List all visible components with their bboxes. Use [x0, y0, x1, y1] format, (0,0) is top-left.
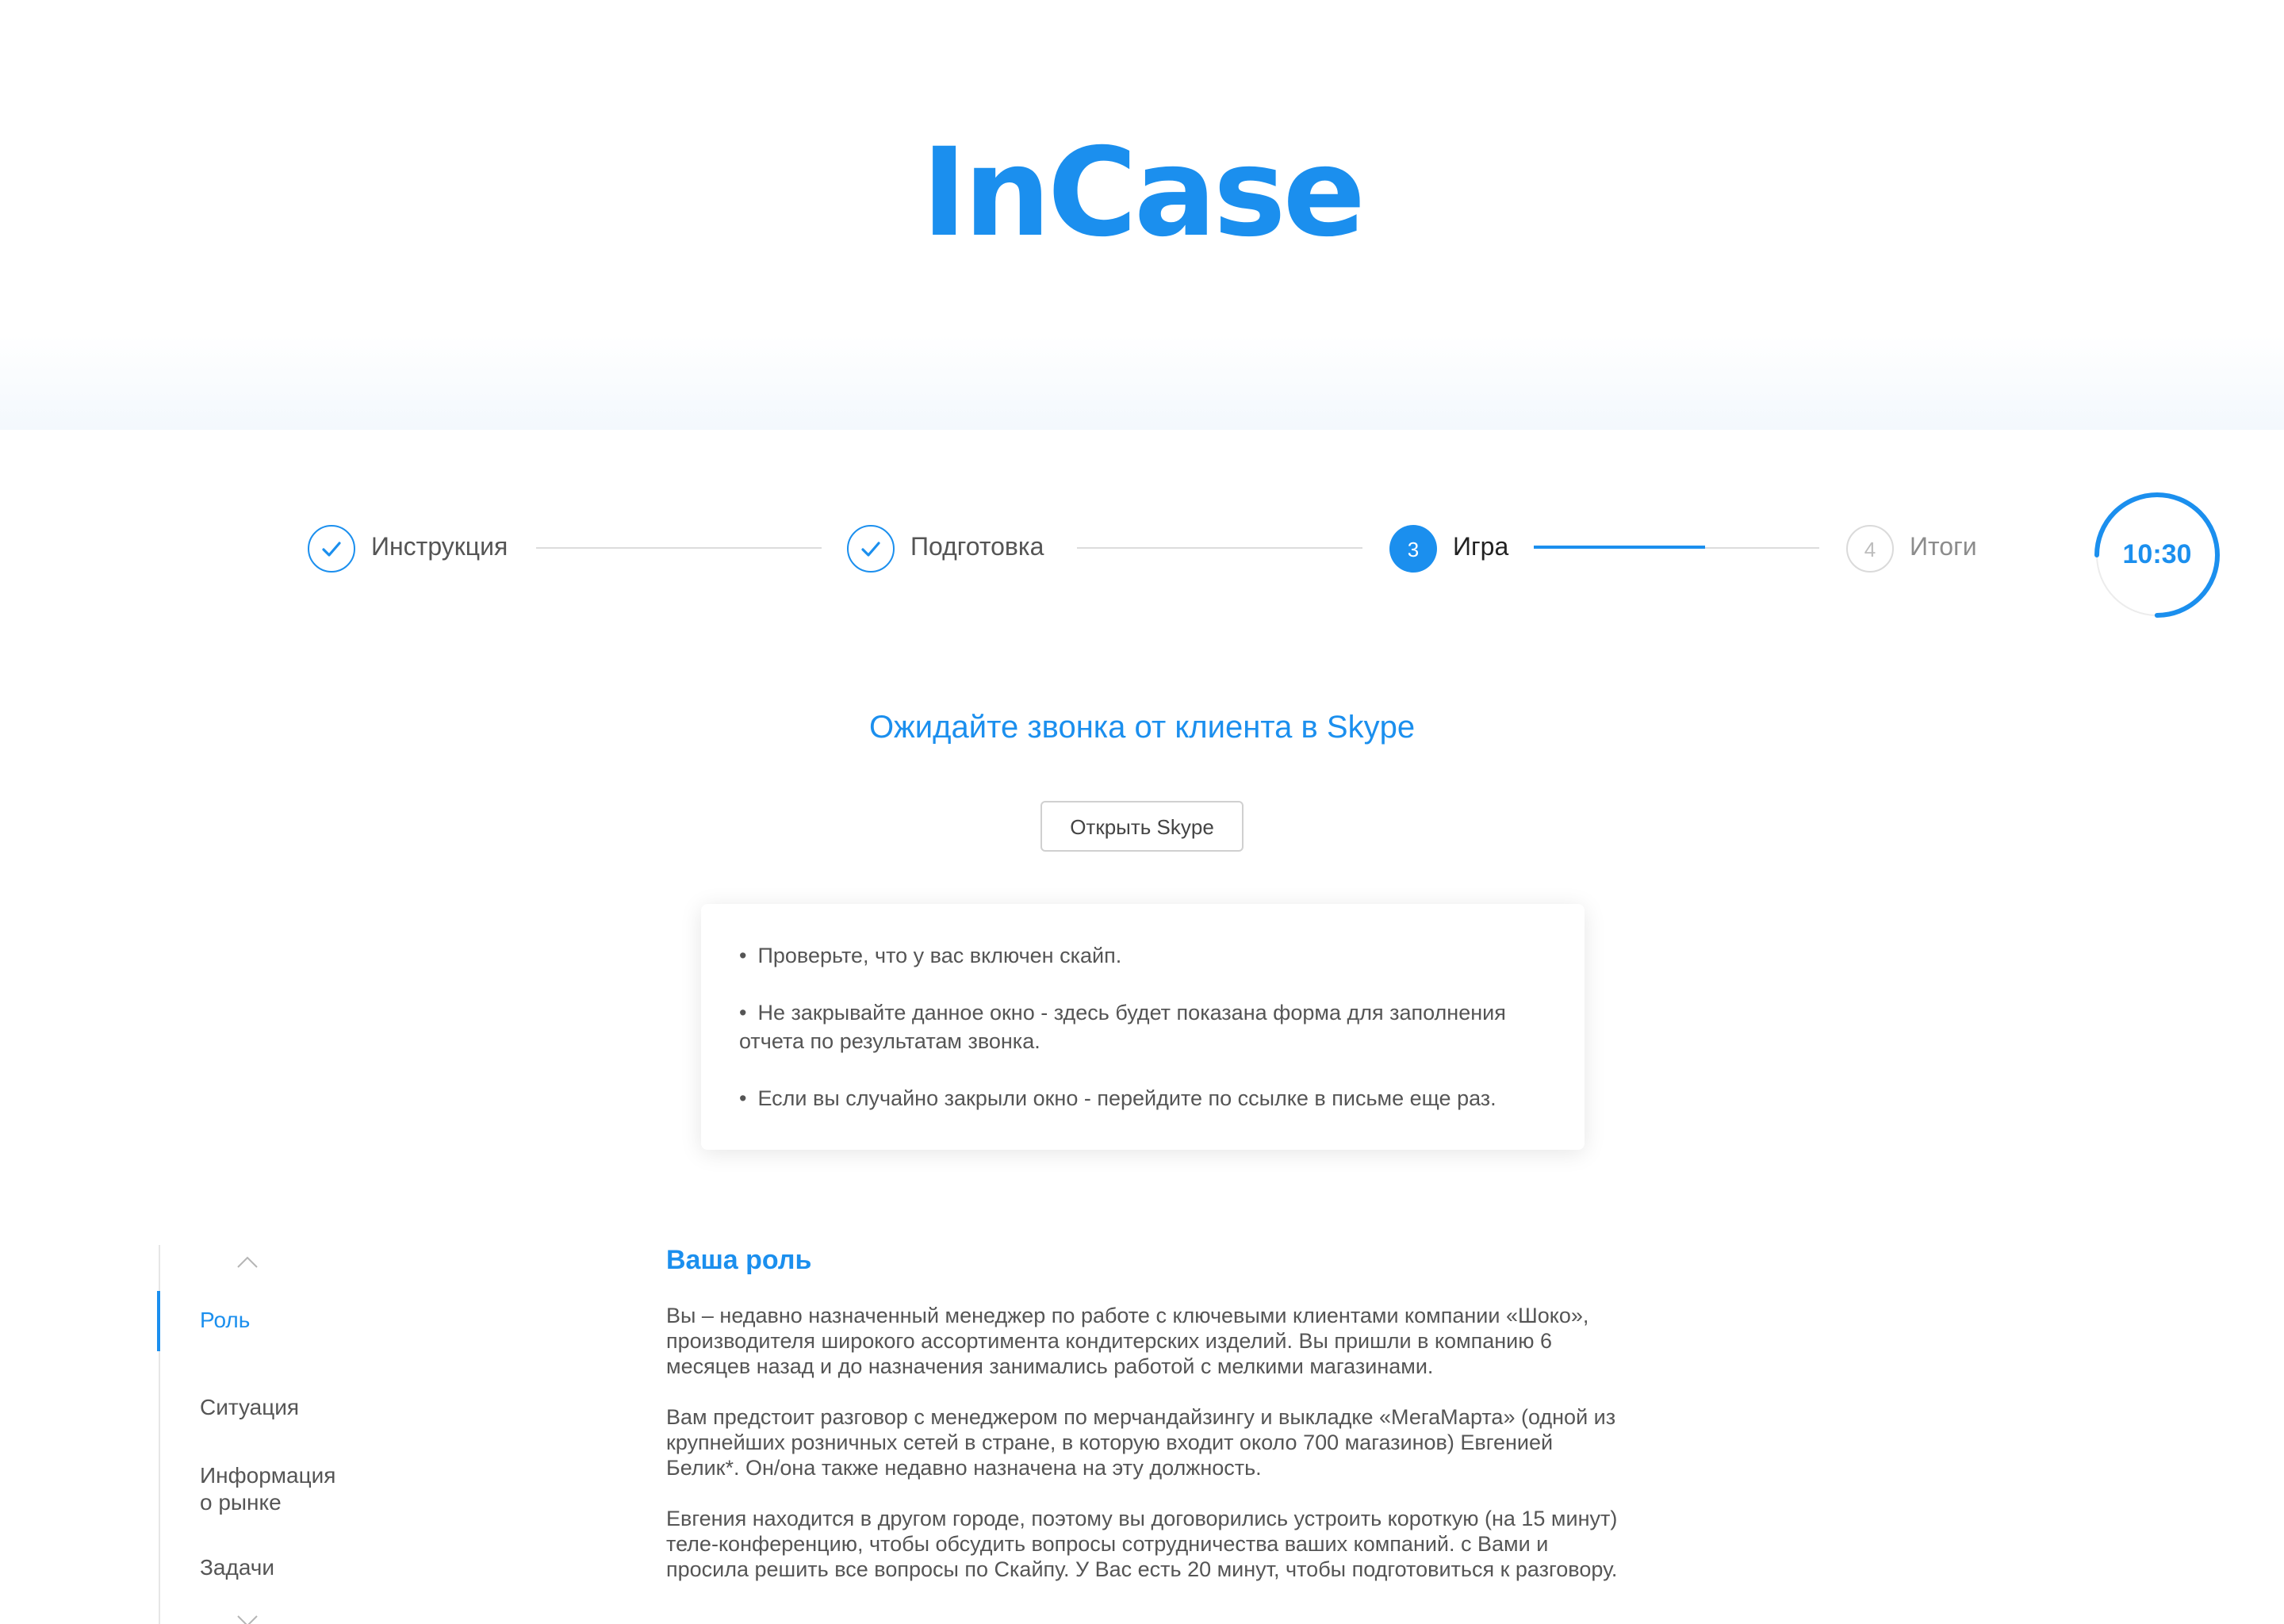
step-number: 3: [1389, 525, 1437, 573]
stepper-connector: [1077, 547, 1362, 549]
open-skype-button[interactable]: Открыть Skype: [1040, 801, 1244, 852]
step-circle: [308, 525, 355, 573]
step-label: Игра: [1453, 534, 1509, 561]
step-game[interactable]: 3 Игра: [1389, 523, 1508, 574]
step-results[interactable]: 4 Итоги: [1846, 523, 1977, 574]
header: InCase: [0, 0, 2284, 430]
stepper-connector: [536, 547, 822, 549]
chevron-up-icon[interactable]: [235, 1253, 260, 1272]
chevron-down-icon[interactable]: [235, 1611, 260, 1624]
step-preparation[interactable]: Подготовка: [847, 523, 1044, 574]
step-number: 4: [1846, 525, 1894, 573]
timer-value: 10:30: [2122, 539, 2192, 569]
call-status-title: Ожидайте звонка от клиента в Skype: [868, 710, 1416, 745]
role-paragraph: Вы – недавно назначенный менеджер по раб…: [666, 1304, 1589, 1378]
tip-item: Проверьте, что у вас включен скайп.: [739, 942, 1546, 971]
step-circle: [847, 525, 895, 573]
tip-item: Не закрывайте данное окно - здесь будет …: [739, 999, 1546, 1056]
step-label: Инструкция: [371, 534, 508, 561]
side-nav-role[interactable]: Роль: [200, 1307, 250, 1334]
step-label: Подготовка: [910, 534, 1044, 561]
logo: InCase: [922, 124, 1366, 265]
side-nav-tasks[interactable]: Задачи: [200, 1554, 274, 1581]
tips-card: Проверьте, что у вас включен скайп. Не з…: [701, 904, 1585, 1150]
role-title: Ваша роль: [666, 1245, 812, 1275]
step-instruction[interactable]: Инструкция: [308, 523, 508, 574]
incase-page: InCase Инструкция Подготовка 3 Игра 4 Ит…: [0, 0, 2284, 1624]
side-nav-situation[interactable]: Ситуация: [200, 1394, 299, 1421]
role-paragraph: Евгения находится в другом городе, поэто…: [666, 1507, 1618, 1581]
side-nav-active-indicator: [157, 1291, 160, 1351]
check-icon: [322, 542, 341, 557]
tip-item: Если вы случайно закрыли окно - перейдит…: [739, 1085, 1546, 1113]
role-paragraph: Вам предстоит разговор с менеджером по м…: [666, 1405, 1616, 1480]
step-label: Итоги: [1910, 534, 1977, 561]
check-icon: [861, 542, 880, 557]
side-nav-market-info[interactable]: Информация о рынке: [200, 1462, 335, 1516]
countdown-timer: 10:30: [2094, 492, 2221, 619]
step-progress-bar: [1534, 546, 1705, 549]
